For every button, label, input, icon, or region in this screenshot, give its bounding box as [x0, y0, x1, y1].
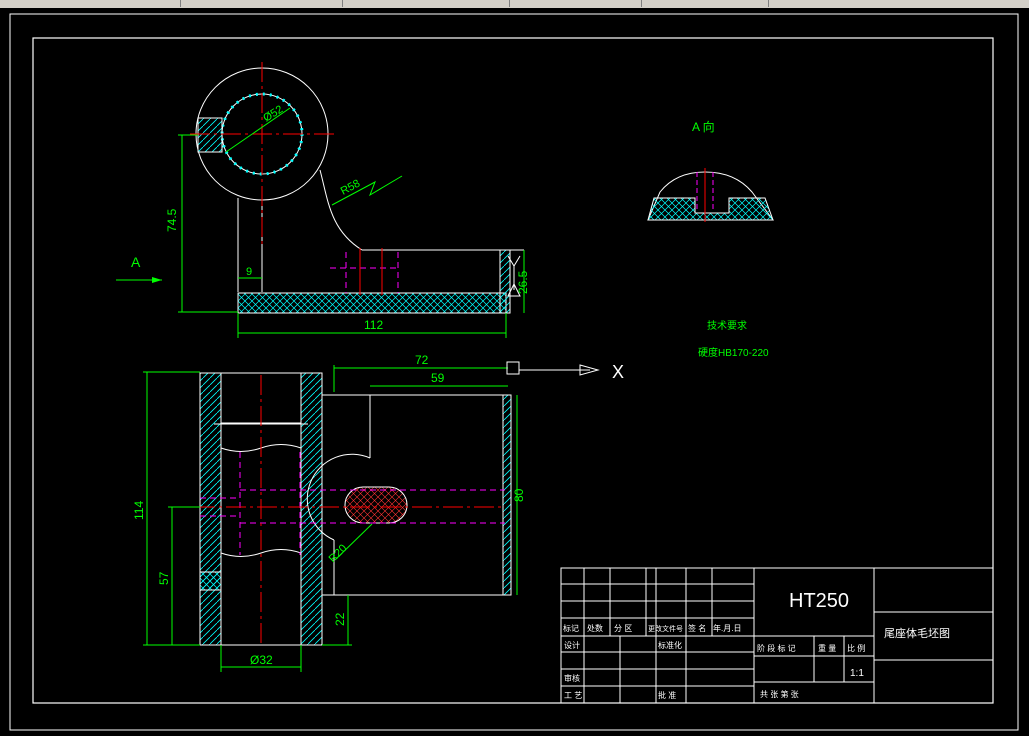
cell-label-std: 标准化	[658, 640, 682, 650]
tech-req-text: 硬度HB170-220	[698, 346, 769, 359]
dim-r20: R20	[327, 542, 350, 565]
scale-label: 1:1	[850, 668, 864, 679]
small-section	[199, 571, 222, 591]
tech-req-title: 技术要求	[707, 319, 747, 332]
dim-112: 112	[364, 318, 383, 332]
cell-label-ratio: 比 例	[847, 643, 865, 653]
dim-phi52: Ø52	[261, 103, 285, 124]
column-right-wall	[300, 372, 323, 646]
dim-22: 22	[333, 612, 347, 626]
cell-label-approve: 批 准	[658, 690, 676, 700]
ucs-x-label: X	[612, 362, 624, 382]
base-flange-section	[237, 292, 507, 314]
column-left-wall	[199, 372, 222, 646]
base-end-section	[499, 249, 511, 314]
toolbar-segment[interactable]	[182, 0, 343, 7]
cell-label-sign: 签 名	[688, 623, 706, 633]
cell-label-design: 设计	[564, 640, 580, 650]
cell-label-zone: 分 区	[614, 624, 632, 633]
dim-114: 114	[132, 501, 146, 520]
cell-label-stage: 阶 段 标 记	[757, 643, 796, 653]
cell-label-mark: 标记	[563, 623, 579, 633]
part-name-label: 尾座体毛坯图	[884, 626, 950, 640]
cell-label-review: 审核	[564, 673, 580, 683]
toolbar-segment[interactable]	[511, 0, 642, 7]
cell-label-date: 年.月.日	[713, 623, 741, 633]
base-end-wall	[502, 394, 512, 596]
dim-72: 72	[415, 353, 429, 367]
cell-label-weight: 重 量	[818, 643, 836, 653]
dim-phi32: Ø32	[250, 653, 273, 667]
toolbar-segment[interactable]	[344, 0, 510, 7]
slot-oblong	[344, 486, 408, 524]
view-arrow-head	[152, 277, 162, 283]
view-arrow-label: A	[131, 254, 141, 270]
dim-745: 74.5	[165, 208, 179, 232]
dim-9: 9	[246, 266, 252, 278]
cell-label-sheets: 共 张 第 张	[760, 689, 799, 699]
boss-side-section	[197, 117, 223, 153]
title-block-text: HT250 尾座体毛坯图 1:1 标记 处数 分 区 更改文件号 签 名 年.月…	[563, 590, 950, 700]
dim-80: 80	[512, 488, 526, 502]
ucs-origin-box	[506, 361, 520, 375]
cell-label-count: 处数	[587, 623, 603, 633]
cell-label-craft: 工 艺	[564, 691, 582, 700]
dim-57: 57	[157, 571, 171, 585]
cell-label-docno: 更改文件号	[648, 624, 683, 633]
toolbar-segment[interactable]	[0, 0, 181, 7]
material-label: HT250	[789, 590, 849, 612]
cad-drawing[interactable]: Ø52 R58 74.5 9 112 26.5 A 72 59 X 114 57…	[0, 8, 1029, 732]
window-toolbar-strip	[0, 0, 1029, 8]
view-a: A 向	[647, 119, 774, 222]
drawing-canvas[interactable]: Ø52 R58 74.5 9 112 26.5 A 72 59 X 114 57…	[0, 8, 1029, 732]
view-a-section	[647, 197, 774, 221]
dim-265: 26.5	[516, 270, 530, 294]
front-view: Ø52 R58 74.5 9 112 26.5 A	[116, 62, 530, 338]
toolbar-segment[interactable]	[643, 0, 769, 7]
view-a-title: A 向	[692, 119, 715, 134]
dim-59: 59	[431, 371, 445, 385]
top-view: 72 59 X 114 57 80 R20 22 Ø32	[132, 353, 624, 672]
